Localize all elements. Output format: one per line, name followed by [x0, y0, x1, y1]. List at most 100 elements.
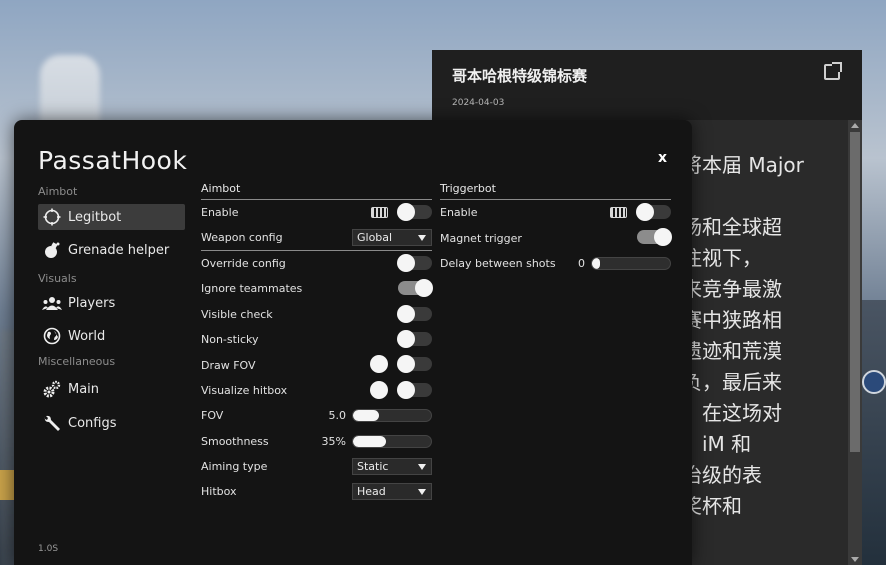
magnet-trigger-toggle[interactable]	[637, 228, 672, 247]
sidebar-item-world[interactable]: World	[38, 323, 185, 349]
visible-check-toggle[interactable]	[397, 304, 432, 323]
aimbot-enable-row: Enable	[201, 200, 432, 225]
sidebar-item-main[interactable]: Main	[38, 376, 185, 402]
news-line: 、iM 和	[682, 432, 752, 456]
dropdown-caret-icon	[418, 463, 426, 470]
hitbox-row: Hitbox Head	[201, 479, 432, 504]
sidebar-item-label: Configs	[68, 415, 117, 431]
override-config-row: Override config	[201, 251, 432, 276]
news-header: 哥本哈根特级锦标赛 2024-04-03	[432, 50, 862, 120]
news-line: 负，最后来	[682, 370, 782, 394]
override-config-toggle[interactable]	[397, 253, 432, 272]
weapon-config-row: Weapon config Global	[201, 225, 432, 251]
news-line: 注视下，	[682, 246, 762, 270]
aiming-type-row: Aiming type Static	[201, 454, 432, 479]
dropdown-caret-icon	[418, 235, 426, 242]
toggle-knob	[397, 329, 415, 348]
non-sticky-toggle[interactable]	[397, 329, 432, 348]
news-line: 场和全球超	[682, 215, 782, 239]
news-line	[682, 181, 804, 212]
news-line: 奖杯和	[682, 494, 742, 518]
scroll-down-arrow-icon[interactable]	[851, 557, 859, 562]
background-ball	[862, 370, 886, 394]
aimbot-title: Aimbot	[201, 182, 432, 200]
triggerbot-enable-row: Enable	[440, 200, 671, 225]
toggle-knob	[397, 203, 415, 221]
hitbox-value: Head	[357, 485, 386, 499]
crosshair-icon	[42, 207, 62, 227]
slider-fill	[353, 435, 386, 447]
scroll-thumb[interactable]	[850, 132, 860, 452]
draw-fov-toggle[interactable]	[397, 355, 432, 374]
keybind-icon[interactable]	[371, 207, 388, 218]
weapon-config-select[interactable]: Global	[352, 229, 432, 247]
fov-slider[interactable]	[352, 409, 432, 423]
delay-slider[interactable]	[591, 256, 671, 270]
globe-icon	[42, 326, 62, 346]
toggle-knob	[397, 304, 415, 323]
triggerbot-title: Triggerbot	[440, 182, 671, 200]
triggerbot-column: Triggerbot Enable Magnet trigger Delay b…	[440, 182, 672, 276]
menu-window: PassatHook x Aimbot Legitbot Grenade hel…	[14, 120, 692, 565]
grenade-icon	[42, 240, 62, 260]
news-line: 冶级的表	[682, 463, 762, 487]
news-line: 将本届 Major	[682, 153, 804, 177]
news-line: 。在这场对	[682, 401, 782, 425]
dropdown-caret-icon	[418, 489, 426, 496]
news-date: 2024-04-03	[452, 98, 505, 108]
sidebar-item-label: Legitbot	[68, 209, 122, 225]
aimbot-enable-toggle[interactable]	[397, 203, 432, 221]
sidebar-section-miscellaneous: Miscellaneous	[38, 355, 116, 368]
delay-between-shots-row: Delay between shots 0	[440, 251, 671, 276]
visualize-hitbox-row: Visualize hitbox	[201, 378, 432, 403]
smoothness-slider[interactable]	[352, 434, 432, 448]
smoothness-row: Smoothness 35%	[201, 429, 432, 454]
news-title: 哥本哈根特级锦标赛	[452, 67, 588, 85]
visualize-hitbox-toggle[interactable]	[397, 380, 432, 399]
ignore-teammates-row: Ignore teammates	[201, 276, 433, 301]
non-sticky-row: Non-sticky	[201, 327, 432, 352]
aimbot-column: Aimbot Enable Weapon config Global Overr…	[201, 182, 433, 505]
news-line: 赛中狭路相	[682, 308, 782, 332]
sidebar-section-visuals: Visuals	[38, 272, 77, 285]
aiming-type-select[interactable]: Static	[352, 457, 432, 475]
close-button[interactable]: x	[658, 150, 667, 166]
sidebar-item-label: Grenade helper	[68, 242, 170, 258]
toggle-knob	[636, 203, 654, 221]
scroll-up-arrow-icon[interactable]	[851, 123, 859, 128]
fov-row: FOV 5.0	[201, 403, 432, 428]
toggle-knob	[397, 355, 415, 374]
keybind-icon[interactable]	[610, 207, 627, 218]
version-label: 1.0S	[38, 544, 59, 554]
fov-value: 5.0	[328, 409, 347, 423]
news-line: 遗迹和荒漠	[682, 339, 782, 363]
visible-check-row: Visible check	[201, 302, 432, 327]
visualize-hitbox-color-picker[interactable]	[370, 380, 388, 399]
toggle-knob	[397, 253, 415, 272]
external-link-icon[interactable]	[824, 62, 842, 80]
sidebar-item-label: Main	[68, 381, 100, 397]
sidebar-item-label: World	[68, 328, 106, 344]
ignore-teammates-toggle[interactable]	[398, 279, 433, 298]
weapon-config-value: Global	[357, 231, 393, 245]
sidebar-item-grenade-helper[interactable]: Grenade helper	[38, 237, 185, 263]
sidebar-section-aimbot: Aimbot	[38, 185, 78, 198]
news-body: 将本届 Major 场和全球超 注视下， 来竞争最激 赛中狭路相 遗迹和荒漠 负…	[682, 150, 804, 522]
players-icon	[42, 293, 62, 313]
gears-icon	[42, 379, 62, 399]
news-scrollbar[interactable]	[848, 120, 862, 565]
sidebar-item-legitbot[interactable]: Legitbot	[38, 204, 185, 230]
sidebar-item-players[interactable]: Players	[38, 290, 185, 316]
wrench-icon	[42, 413, 62, 433]
delay-value: 0	[578, 256, 585, 270]
slider-fill	[592, 257, 600, 269]
triggerbot-enable-toggle[interactable]	[636, 203, 671, 221]
toggle-knob	[397, 380, 415, 399]
sidebar-item-configs[interactable]: Configs	[38, 410, 185, 436]
aiming-type-value: Static	[357, 459, 389, 473]
smoothness-value: 35%	[321, 434, 346, 448]
draw-fov-row: Draw FOV	[201, 352, 432, 377]
hitbox-select[interactable]: Head	[352, 483, 432, 501]
brand-title: PassatHook	[38, 146, 188, 175]
sidebar-item-label: Players	[68, 295, 116, 311]
